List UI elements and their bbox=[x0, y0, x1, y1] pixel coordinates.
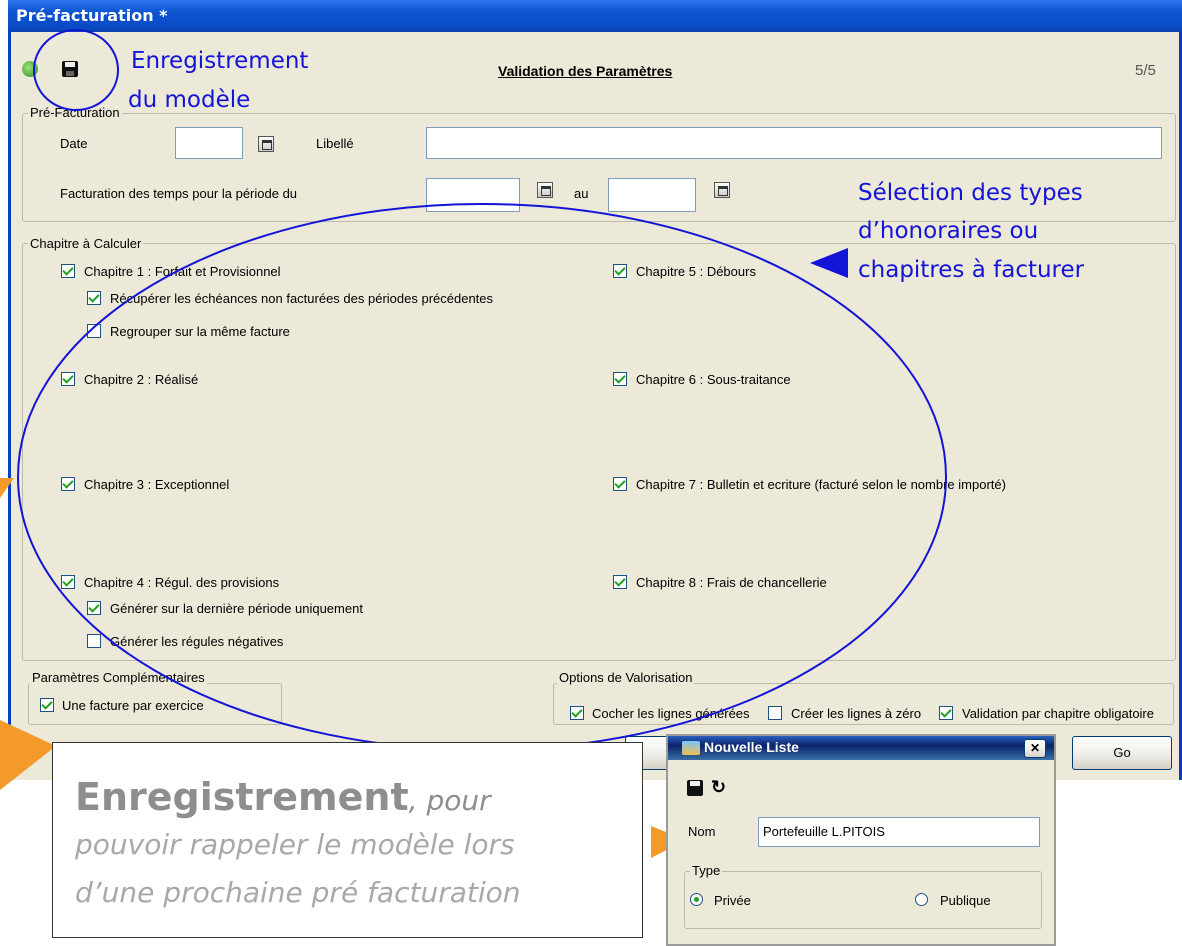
save-highlight-circle bbox=[33, 29, 119, 111]
dialog-nom-field[interactable]: Portefeuille L.PITOIS bbox=[758, 817, 1040, 847]
public-radio[interactable] bbox=[915, 893, 928, 906]
chapters-highlight-ellipse bbox=[17, 203, 947, 751]
private-radio[interactable] bbox=[690, 893, 703, 906]
save-annotation-line2: du modèle bbox=[128, 87, 251, 113]
public-radio-label: Publique bbox=[940, 893, 991, 908]
types-annotation-line3: chapitres à facturer bbox=[858, 257, 1085, 283]
dialog-close-button[interactable]: ✕ bbox=[1024, 739, 1046, 758]
dialog-app-icon bbox=[682, 741, 700, 755]
save-callout-line2: pouvoir rappeler le modèle lors bbox=[75, 828, 515, 861]
private-radio-label: Privée bbox=[714, 893, 751, 908]
dialog-title: Nouvelle Liste bbox=[704, 739, 799, 755]
save-callout-title: Enregistrement, pour bbox=[75, 775, 491, 819]
callout-arrow-icon bbox=[0, 720, 56, 790]
types-annotation-line2: d’honoraires ou bbox=[858, 218, 1039, 244]
types-annotation-line1: Sélection des types bbox=[858, 180, 1083, 206]
dialog-refresh-icon[interactable]: ↻ bbox=[711, 778, 726, 796]
save-annotation-line1: Enregistrement bbox=[131, 48, 309, 74]
dialog-type-legend: Type bbox=[690, 863, 723, 878]
left-edge-arrow-icon bbox=[0, 478, 14, 498]
dialog-save-icon[interactable] bbox=[687, 780, 703, 796]
chapters-arrow-icon bbox=[810, 248, 848, 278]
dialog-nom-label: Nom bbox=[688, 824, 716, 839]
save-callout-line3: d’une prochaine pré facturation bbox=[75, 876, 521, 909]
